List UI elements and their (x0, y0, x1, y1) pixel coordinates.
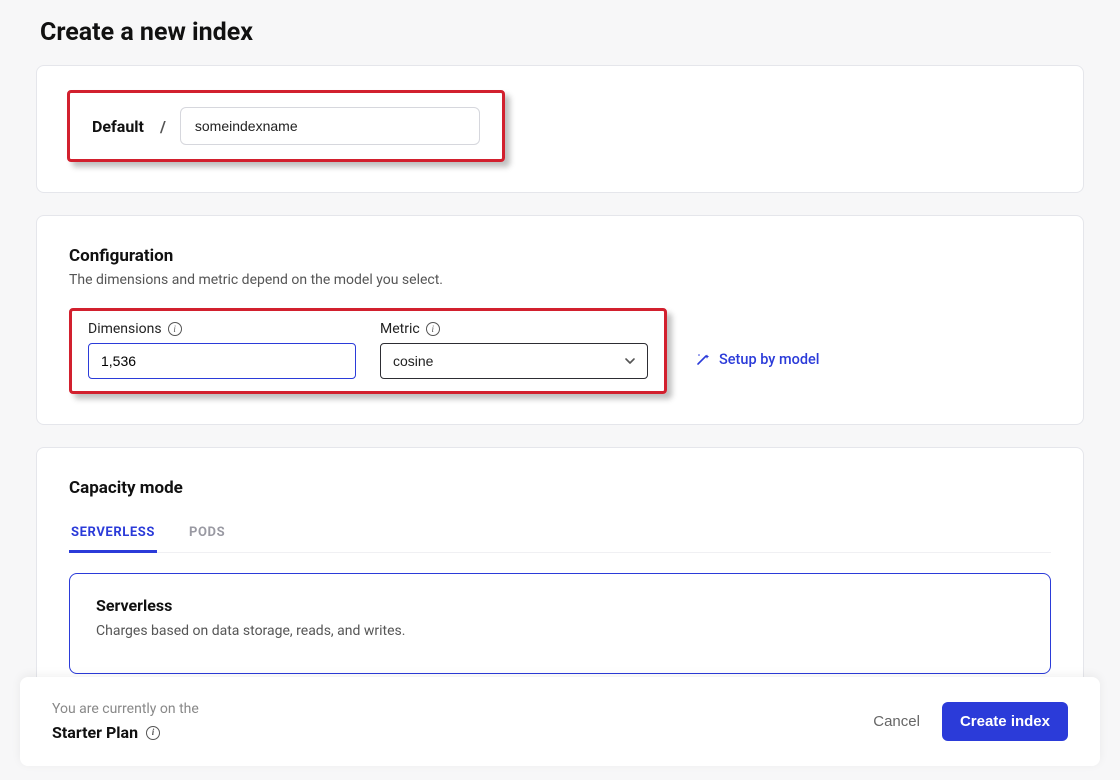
tab-pods[interactable]: PODS (187, 515, 227, 553)
cancel-button[interactable]: Cancel (873, 713, 920, 730)
index-name-input[interactable] (180, 107, 480, 145)
dimensions-label: Dimensions (88, 321, 162, 337)
path-separator: / (160, 117, 166, 136)
metric-label: Metric (380, 321, 420, 337)
configuration-highlight: Dimensions Metric cosine (69, 308, 667, 394)
serverless-title: Serverless (96, 596, 1024, 615)
tab-serverless[interactable]: SERVERLESS (69, 515, 157, 553)
index-name-highlight: Default / (67, 90, 505, 162)
wand-icon (695, 351, 711, 367)
configuration-subtitle: The dimensions and metric depend on the … (69, 272, 1051, 288)
info-icon[interactable] (426, 322, 440, 336)
dimensions-input[interactable] (88, 343, 356, 379)
dimensions-field: Dimensions (88, 321, 356, 379)
index-name-card: Default / (36, 65, 1084, 193)
configuration-title: Configuration (69, 246, 1051, 266)
setup-by-model-link[interactable]: Setup by model (695, 351, 819, 368)
project-prefix: Default (92, 117, 144, 136)
create-index-button[interactable]: Create index (942, 702, 1068, 741)
plan-name: Starter Plan (52, 723, 138, 742)
capacity-title: Capacity mode (69, 478, 1051, 498)
metric-field: Metric cosine (380, 321, 648, 379)
plan-intro-text: You are currently on the (52, 701, 199, 717)
setup-by-model-label: Setup by model (719, 351, 819, 368)
serverless-description: Charges based on data storage, reads, an… (96, 623, 1024, 639)
serverless-panel[interactable]: Serverless Charges based on data storage… (69, 573, 1051, 674)
page-title: Create a new index (40, 18, 1084, 47)
footer-bar: You are currently on the Starter Plan Ca… (20, 677, 1100, 766)
capacity-tabs: SERVERLESS PODS (69, 514, 1051, 553)
info-icon[interactable] (146, 726, 160, 740)
configuration-card: Configuration The dimensions and metric … (36, 215, 1084, 425)
metric-select[interactable]: cosine (380, 343, 648, 379)
info-icon[interactable] (168, 322, 182, 336)
